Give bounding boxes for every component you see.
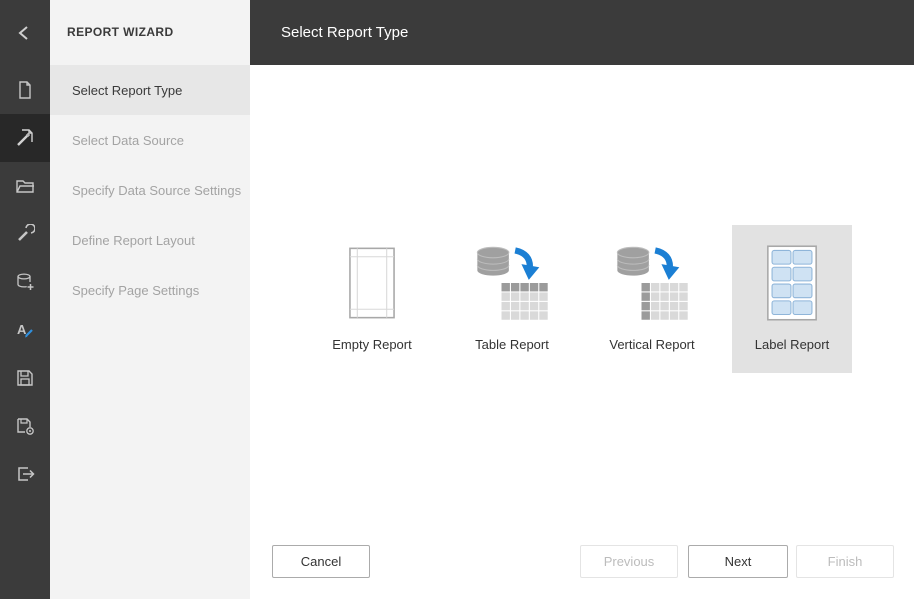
save-as-icon <box>17 418 34 435</box>
database-plus-icon <box>17 273 34 290</box>
report-type-list: Empty Report Table Report Vertical Repor… <box>250 225 914 373</box>
wizard-steps-panel: REPORT WIZARD Select Report Type Select … <box>50 0 260 599</box>
report-wizard-button[interactable] <box>0 114 50 162</box>
save-as-button[interactable] <box>0 402 50 450</box>
wizard-step-label: Select Report Type <box>72 82 183 98</box>
page-title: Select Report Type <box>250 0 914 65</box>
report-type-table[interactable]: Table Report <box>452 225 572 373</box>
report-type-label: Vertical Report <box>609 337 695 352</box>
add-data-source-button[interactable] <box>0 258 50 306</box>
wizard-step-select-data-source: Select Data Source <box>50 115 250 165</box>
report-type-label-report[interactable]: Label Report <box>732 225 852 373</box>
svg-text:A: A <box>17 322 27 337</box>
wizard-step-select-report-type[interactable]: Select Report Type <box>50 65 260 115</box>
wizard-panel-title: REPORT WIZARD <box>67 25 174 39</box>
wizard-step-label: Specify Data Source Settings <box>72 182 242 198</box>
folder-icon <box>16 180 34 193</box>
report-wizard-window: A REPORT WIZARD Select Report Type Selec… <box>0 0 914 599</box>
localization-button[interactable]: A <box>0 306 50 354</box>
wizard-step-specify-data-source-settings: Specify Data Source Settings <box>50 165 250 215</box>
save-button[interactable] <box>0 354 50 402</box>
wizard-step-specify-page-settings: Specify Page Settings <box>50 265 250 315</box>
exit-icon <box>18 467 35 481</box>
report-type-label: Table Report <box>475 337 549 352</box>
empty-report-icon <box>349 247 395 319</box>
report-type-empty[interactable]: Empty Report <box>312 225 432 373</box>
wizard-icon <box>17 129 33 146</box>
wrench-icon <box>18 224 35 241</box>
report-type-label: Empty Report <box>332 337 412 352</box>
wizard-step-label: Define Report Layout <box>72 232 195 248</box>
table-report-icon <box>476 246 548 320</box>
next-button[interactable]: Next <box>688 545 788 578</box>
cancel-button[interactable]: Cancel <box>272 545 370 578</box>
finish-button[interactable]: Finish <box>796 545 894 578</box>
exit-button[interactable] <box>0 450 50 498</box>
previous-button[interactable]: Previous <box>580 545 678 578</box>
localization-icon: A <box>17 322 33 338</box>
wizard-step-label: Specify Page Settings <box>72 282 200 298</box>
designer-toolbar: A <box>0 0 50 599</box>
wizard-step-define-report-layout: Define Report Layout <box>50 215 250 265</box>
open-report-button[interactable] <box>0 162 50 210</box>
report-type-vertical[interactable]: Vertical Report <box>592 225 712 373</box>
wizard-main-area: Select Report Type Empty Report Table Re… <box>250 0 914 599</box>
label-report-icon <box>767 245 817 321</box>
new-report-button[interactable] <box>0 66 50 114</box>
chevron-left-icon <box>18 25 28 40</box>
edit-tools-button[interactable] <box>0 210 50 258</box>
back-button[interactable] <box>0 0 50 65</box>
report-type-label: Label Report <box>754 337 830 352</box>
save-icon <box>17 370 33 386</box>
vertical-report-icon <box>616 246 688 320</box>
wizard-step-label: Select Data Source <box>72 132 185 148</box>
document-icon <box>19 81 31 99</box>
